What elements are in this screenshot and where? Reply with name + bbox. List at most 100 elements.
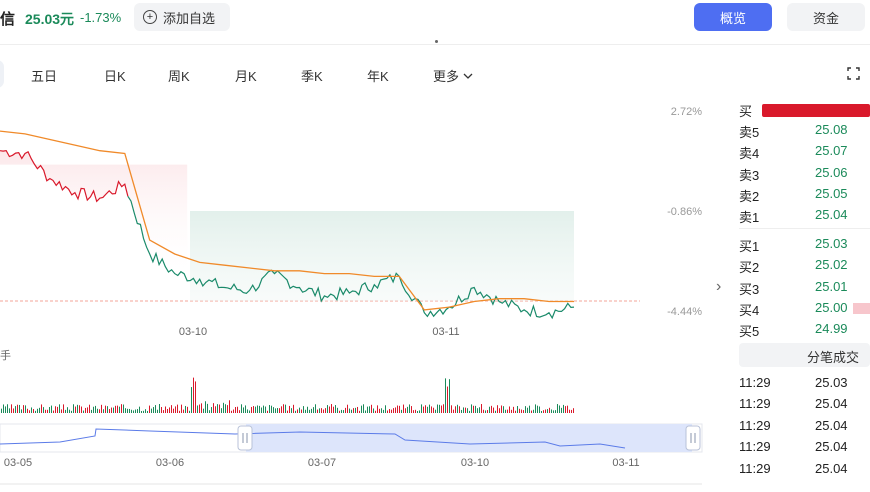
tab-five-day[interactable]: 五日 — [31, 66, 57, 85]
volume-bar — [227, 405, 228, 413]
volume-bar — [25, 405, 26, 413]
volume-bar — [23, 405, 24, 413]
add-watchlist-button[interactable]: + 添加自选 — [134, 3, 230, 31]
volume-bar — [487, 410, 488, 413]
volume-bar — [223, 402, 224, 413]
volume-bar — [479, 407, 480, 413]
volume-bar — [147, 410, 148, 413]
buy-ratio-label: 买 — [739, 104, 753, 119]
volume-bar — [1, 408, 2, 413]
volume-bar — [145, 409, 146, 413]
volume-bar — [341, 409, 342, 413]
plus-circle-icon: + — [143, 10, 157, 24]
tab-weekly-k[interactable]: 周K — [168, 66, 190, 85]
volume-bar — [115, 405, 116, 413]
intraday-chart[interactable]: 2.72%-0.86%-4.44%03-10 03-11手 03-05 03-06 0… — [0, 95, 720, 490]
volume-bar — [441, 405, 442, 413]
volume-bar — [491, 405, 492, 413]
volume-bar — [191, 387, 192, 413]
volume-bar — [473, 405, 474, 413]
trade-price: 25.03 — [815, 375, 848, 390]
bid-row: 买5 24.99 — [735, 319, 870, 339]
ask-price: 25.08 — [815, 122, 848, 137]
volume-bar — [229, 400, 230, 413]
trade-time: 11:29 — [739, 418, 771, 433]
volume-bar — [295, 410, 296, 413]
volume-bar — [457, 404, 458, 413]
volume-bar — [265, 406, 266, 413]
volume-bar — [511, 409, 512, 413]
volume-bar — [103, 409, 104, 413]
trade-time: 11:29 — [739, 396, 771, 411]
volume-bar — [403, 404, 404, 413]
bid-row: 买3 25.01 — [735, 277, 870, 297]
bid-label: 买3 — [739, 282, 760, 297]
chevron-down-icon — [463, 73, 473, 79]
volume-bar — [459, 406, 460, 413]
volume-bar — [185, 405, 186, 413]
tab-yearly-k[interactable]: 年K — [367, 66, 389, 85]
volume-bar — [263, 405, 264, 413]
trades-tab[interactable]: 分笔成交 — [739, 343, 870, 367]
volume-bar — [65, 409, 66, 413]
volume-bar — [505, 409, 506, 413]
volume-bar — [203, 408, 204, 413]
volume-bar — [31, 407, 32, 413]
volume-bar — [51, 405, 52, 413]
chevron-right-icon[interactable]: › — [716, 278, 721, 296]
volume-bar — [545, 409, 546, 413]
trade-time: 11:29 — [739, 439, 771, 454]
bid-row: 买2 25.02 — [735, 255, 870, 275]
tab-monthly-k[interactable]: 月K — [235, 66, 257, 85]
volume-bar — [249, 410, 250, 413]
volume-bar — [405, 408, 406, 413]
volume-bar — [371, 404, 372, 413]
ask-price: 25.05 — [815, 186, 848, 201]
volume-bar — [155, 405, 156, 413]
tab-funds[interactable]: 资金 — [787, 3, 865, 31]
volume-bar — [437, 404, 438, 413]
volume-bar — [311, 408, 312, 413]
range-navigator[interactable]: 03-05 03-06 03-07 03-10 03-11 — [0, 423, 703, 485]
volume-bar — [83, 410, 84, 413]
buy-ratio-bar — [762, 104, 870, 117]
tab-daily-k[interactable]: 日K — [104, 66, 126, 85]
volume-bar — [543, 410, 544, 413]
volume-bar — [245, 405, 246, 413]
ask-row: 卖3 25.06 — [735, 163, 870, 183]
volume-bar — [45, 409, 46, 413]
volume-bar — [19, 404, 20, 413]
stock-change-pct: -1.73% — [80, 10, 122, 25]
fullscreen-button[interactable] — [847, 66, 860, 81]
volume-bar — [187, 406, 188, 413]
volume-bar — [49, 407, 50, 413]
volume-bar — [349, 408, 350, 413]
volume-bar — [171, 405, 172, 413]
bid-row: 买1 25.03 — [735, 234, 870, 254]
price-pane — [0, 130, 640, 320]
tab-quarterly-k[interactable]: 季K — [301, 66, 323, 85]
volume-bar — [33, 409, 34, 413]
volume-bar — [409, 404, 410, 413]
volume-bar — [189, 410, 190, 413]
volume-bar — [267, 410, 268, 413]
volume-bar — [161, 407, 162, 413]
volume-bar — [539, 406, 540, 413]
volume-bar — [231, 410, 232, 413]
volume-bar — [427, 406, 428, 413]
trade-price: 25.04 — [815, 439, 848, 454]
order-book-buy-ratio: 买 — [735, 99, 870, 119]
volume-bar — [77, 404, 78, 413]
volume-bar — [117, 405, 118, 413]
volume-bar — [217, 404, 218, 413]
volume-bar — [449, 379, 450, 413]
tab-more[interactable]: 更多 — [433, 66, 473, 85]
volume-bar — [565, 406, 566, 413]
tab-overview[interactable]: 概览 — [694, 3, 772, 31]
volume-bar — [525, 406, 526, 413]
volume-bar — [325, 408, 326, 413]
volume-bar — [61, 409, 62, 413]
price-area-fill-up — [0, 142, 188, 281]
volume-bar — [99, 409, 100, 413]
ask-price: 25.06 — [815, 165, 848, 180]
